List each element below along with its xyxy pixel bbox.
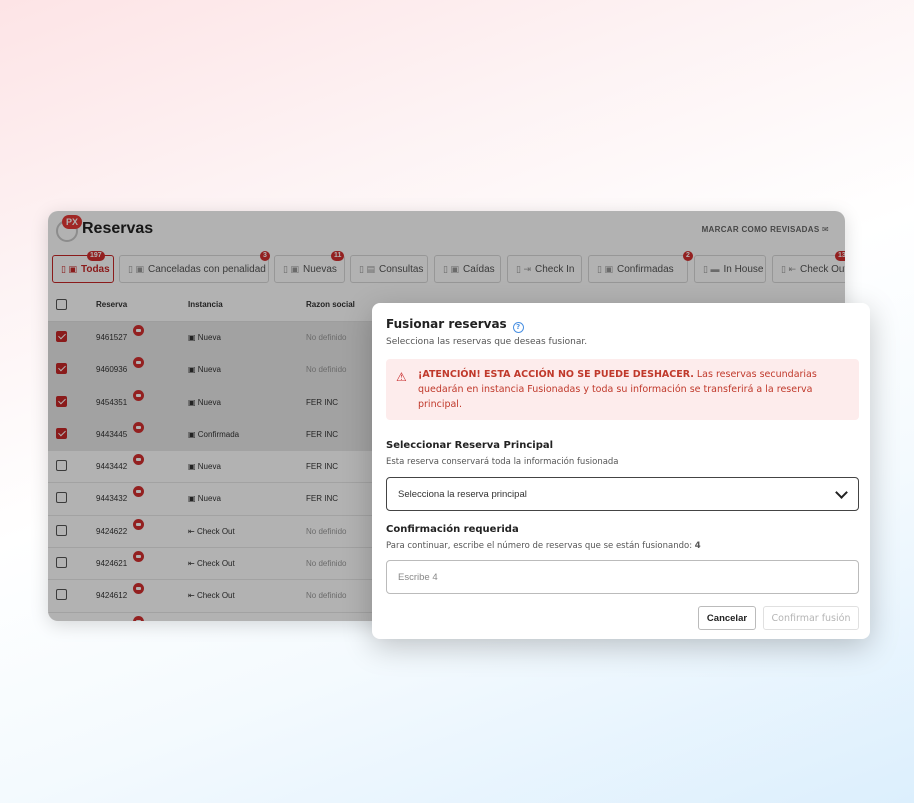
confirm-count-input[interactable] — [386, 560, 859, 594]
warning-alert: ⚠ ¡ATENCIÓN! ESTA ACCIÓN NO SE PUEDE DES… — [386, 359, 859, 420]
confirm-count: 4 — [694, 541, 701, 551]
principal-section-title: Seleccionar Reserva Principal — [386, 440, 554, 451]
confirm-merge-button[interactable]: Confirmar fusión — [763, 606, 859, 630]
chevron-down-icon — [835, 486, 848, 499]
warning-strong: ¡ATENCIÓN! ESTA ACCIÓN NO SE PUEDE DESHA… — [418, 369, 694, 380]
warning-text: ¡ATENCIÓN! ESTA ACCIÓN NO SE PUEDE DESHA… — [418, 367, 848, 412]
confirm-desc-text: Para continuar, escribe el número de res… — [386, 541, 693, 551]
principal-section-desc: Esta reserva conservará toda la informac… — [386, 457, 619, 467]
select-placeholder: Selecciona la reserva principal — [398, 488, 527, 500]
confirm-section-desc: Para continuar, escribe el número de res… — [386, 541, 701, 551]
dialog-title-text: Fusionar reservas — [386, 317, 507, 331]
confirm-section-title: Confirmación requerida — [386, 524, 519, 535]
merge-reservations-dialog: Fusionar reservas? Selecciona las reserv… — [372, 303, 870, 639]
cancel-button[interactable]: Cancelar — [698, 606, 756, 630]
dialog-title: Fusionar reservas? — [386, 317, 524, 333]
dialog-subtitle: Selecciona las reservas que deseas fusio… — [386, 337, 588, 347]
warning-icon: ⚠ — [396, 370, 407, 384]
principal-reservation-select[interactable]: Selecciona la reserva principal — [386, 477, 859, 511]
help-icon[interactable]: ? — [512, 322, 524, 333]
